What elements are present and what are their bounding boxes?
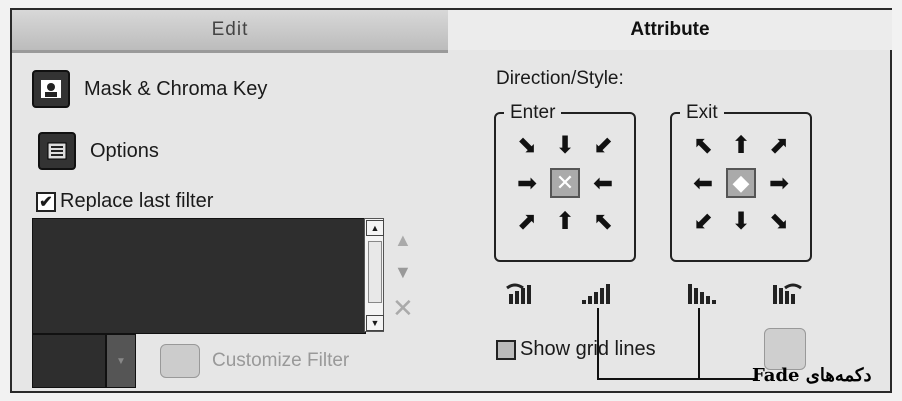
exit-arrow-icon[interactable]: ➡ — [764, 168, 794, 198]
enter-label: Enter — [504, 102, 562, 124]
enter-arrow-icon[interactable]: ⬆ — [550, 206, 580, 236]
customize-filter-button[interactable]: Customize Filter — [160, 344, 349, 378]
enter-arrow-grid: ⬊ ⬇ ⬋ ➡ ✕ ⬅ ⬈ ⬆ ⬉ — [512, 130, 618, 236]
exit-arrow-icon[interactable]: ⬇ — [726, 206, 756, 236]
enter-arrow-icon[interactable]: ⬇ — [550, 130, 580, 160]
tab-attribute[interactable]: Attribute — [448, 10, 892, 50]
scroll-thumb[interactable] — [368, 241, 382, 303]
options-icon — [38, 132, 76, 170]
enter-arrow-icon[interactable]: ➡ — [512, 168, 542, 198]
exit-arrow-grid: ⬉ ⬆ ⬈ ⬅ ◆ ➡ ⬋ ⬇ ⬊ — [688, 130, 794, 236]
replace-label: Replace last filter — [60, 190, 214, 212]
annotation-line-bottom — [597, 378, 757, 380]
replace-last-filter-checkbox[interactable]: ✔ Replace last filter — [36, 190, 213, 213]
fade-in-rotate-icon[interactable] — [504, 280, 540, 308]
tab-edit[interactable]: Edit — [12, 10, 448, 53]
preset-preview[interactable] — [32, 334, 106, 388]
filter-panel: Edit Attribute Mask & Chroma Key Options… — [10, 8, 892, 393]
fade-out-rotate-icon[interactable] — [768, 280, 804, 308]
customize-filter-icon — [160, 344, 200, 378]
fade-buttons-annotation: دکمه‌های Fade — [752, 365, 872, 386]
preset-dropdown-icon[interactable]: ▼ — [106, 334, 136, 388]
scroll-down-icon[interactable]: ▼ — [366, 315, 384, 331]
scroll-up-icon[interactable]: ▲ — [366, 220, 384, 236]
options-label: Options — [90, 139, 159, 162]
exit-arrow-icon[interactable]: ⬅ — [688, 168, 718, 198]
enter-center-icon[interactable]: ✕ — [550, 168, 580, 198]
enter-arrow-icon[interactable]: ⬊ — [512, 130, 542, 160]
exit-arrow-icon[interactable]: ⬈ — [764, 130, 794, 160]
direction-style-label: Direction/Style: — [496, 68, 624, 89]
fade-out-icon[interactable] — [684, 280, 720, 308]
reset-filter-icon[interactable] — [764, 328, 806, 370]
mask-icon — [32, 70, 70, 108]
customize-label: Customize Filter — [212, 350, 350, 371]
annotation-line-right — [698, 308, 700, 378]
delete-icon[interactable]: ✕ — [392, 293, 414, 324]
enter-arrow-icon[interactable]: ⬈ — [512, 206, 542, 236]
annotation-line-left — [597, 308, 599, 378]
enter-arrow-icon[interactable]: ⬋ — [588, 130, 618, 160]
exit-center-icon[interactable]: ◆ — [726, 168, 756, 198]
show-grid-label: Show grid lines — [520, 338, 656, 360]
show-grid-lines-checkbox[interactable]: Show grid lines — [496, 338, 656, 361]
mask-chroma-key-button[interactable]: Mask & Chroma Key — [32, 70, 267, 108]
enter-arrow-icon[interactable]: ⬉ — [588, 206, 618, 236]
exit-arrow-icon[interactable]: ⬊ — [764, 206, 794, 236]
exit-arrow-icon[interactable]: ⬉ — [688, 130, 718, 160]
filter-list[interactable] — [32, 218, 366, 334]
replace-checkbox-box[interactable]: ✔ — [36, 191, 56, 212]
mask-label: Mask & Chroma Key — [84, 77, 268, 100]
enter-arrow-icon[interactable]: ⬅ — [588, 168, 618, 198]
filter-list-scrollbar[interactable]: ▲ ▼ — [364, 218, 384, 332]
fade-in-icon[interactable] — [578, 280, 614, 308]
options-button[interactable]: Options — [38, 132, 159, 170]
exit-label: Exit — [680, 102, 724, 124]
exit-arrow-icon[interactable]: ⬆ — [726, 130, 756, 160]
move-up-icon[interactable]: ▲ — [394, 230, 412, 251]
show-grid-checkbox-box[interactable] — [496, 339, 516, 360]
move-down-icon[interactable]: ▼ — [394, 262, 412, 283]
exit-arrow-icon[interactable]: ⬋ — [688, 206, 718, 236]
